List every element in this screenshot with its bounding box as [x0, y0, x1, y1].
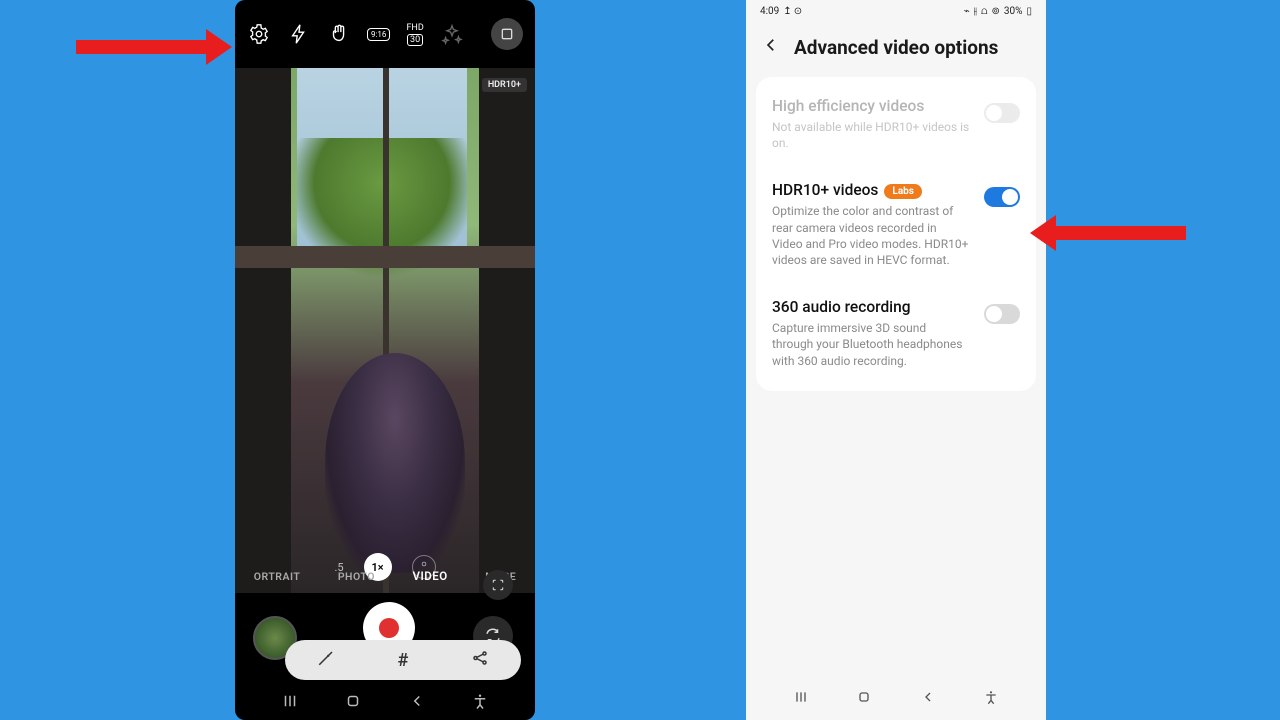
row-title: 360 audio recording	[772, 298, 970, 316]
mode-video[interactable]: VIDEO	[413, 569, 448, 583]
status-upload-icon: ↥	[783, 6, 791, 17]
wifi-icon: ⩍	[981, 6, 988, 17]
android-nav-bar	[746, 684, 1046, 714]
nfc-icon: ⊚	[992, 6, 1000, 17]
red-arrow-to-settings	[76, 32, 232, 62]
palm-icon[interactable]	[327, 22, 351, 46]
camera-phone: 9:16 FHD 30 HDR10+ .5 1× ORTRAIT PHO	[235, 0, 535, 720]
bluetooth-icon: ⌁	[964, 6, 970, 17]
home-button[interactable]	[344, 692, 362, 714]
row-title: HDR10+ videosLabs	[772, 181, 970, 199]
effects-icon	[440, 22, 464, 46]
row-360-audio[interactable]: 360 audio recording Capture immersive 3D…	[756, 284, 1036, 385]
labs-badge: Labs	[884, 184, 922, 199]
vibrate-icon: ⫲	[974, 6, 977, 17]
back-icon[interactable]	[762, 36, 780, 59]
resolution-quality-label: FHD	[406, 23, 423, 33]
share-icon[interactable]	[471, 649, 489, 671]
camera-viewfinder[interactable]: HDR10+ .5 1×	[235, 68, 535, 593]
settings-phone: 4:09 ↥ ⊙ ⌁ ⫲ ⩍ ⊚ 30% ▯ Advanced video op…	[746, 0, 1046, 720]
toggle-high-efficiency	[984, 103, 1020, 123]
flash-icon[interactable]	[287, 22, 311, 46]
resolution-button[interactable]: FHD 30	[406, 23, 423, 46]
hdr-badge: HDR10+	[482, 78, 527, 92]
back-button[interactable]	[920, 689, 936, 709]
layout-toggle-button[interactable]	[491, 18, 523, 50]
accessibility-icon[interactable]	[983, 689, 999, 709]
recents-button[interactable]	[793, 689, 809, 709]
row-high-efficiency: High efficiency videos Not available whi…	[756, 83, 1036, 167]
recents-button[interactable]	[281, 692, 299, 714]
row-title: High efficiency videos	[772, 97, 970, 115]
back-button[interactable]	[408, 692, 426, 714]
status-bar: 4:09 ↥ ⊙ ⌁ ⫲ ⩍ ⊚ 30% ▯	[746, 0, 1046, 22]
toggle-hdr10-plus[interactable]	[984, 187, 1020, 207]
row-desc: Capture immersive 3D sound through your …	[772, 320, 970, 369]
row-hdr10-plus[interactable]: HDR10+ videosLabs Optimize the color and…	[756, 167, 1036, 284]
settings-title: Advanced video options	[794, 36, 998, 59]
mode-photo[interactable]: PHOTO	[338, 570, 375, 583]
status-time: 4:09	[760, 6, 779, 17]
aspect-ratio-button[interactable]: 9:16	[367, 28, 390, 41]
row-desc: Optimize the color and contrast of rear …	[772, 203, 970, 268]
status-alarm-icon: ⊙	[794, 6, 802, 17]
camera-top-toolbar: 9:16 FHD 30	[235, 0, 535, 68]
mode-portrait[interactable]: ORTRAIT	[254, 570, 301, 583]
battery-icon: ▯	[1026, 6, 1032, 17]
hashtag-button[interactable]: #	[398, 650, 409, 671]
resolution-fps-label: 30	[407, 34, 423, 46]
red-arrow-to-toggle	[1030, 218, 1186, 248]
toggle-360-audio[interactable]	[984, 304, 1020, 324]
gear-icon[interactable]	[247, 22, 271, 46]
settings-header: Advanced video options	[746, 22, 1046, 71]
android-nav-bar	[235, 686, 535, 720]
row-desc: Not available while HDR10+ videos is on.	[772, 119, 970, 151]
battery-percent: 30%	[1004, 6, 1023, 17]
share-overlay: #	[285, 640, 521, 680]
magic-wand-icon[interactable]	[317, 649, 335, 671]
accessibility-icon[interactable]	[471, 692, 489, 714]
focus-enhance-button[interactable]	[483, 570, 513, 600]
settings-list: High efficiency videos Not available whi…	[756, 77, 1036, 391]
home-button[interactable]	[856, 689, 872, 709]
